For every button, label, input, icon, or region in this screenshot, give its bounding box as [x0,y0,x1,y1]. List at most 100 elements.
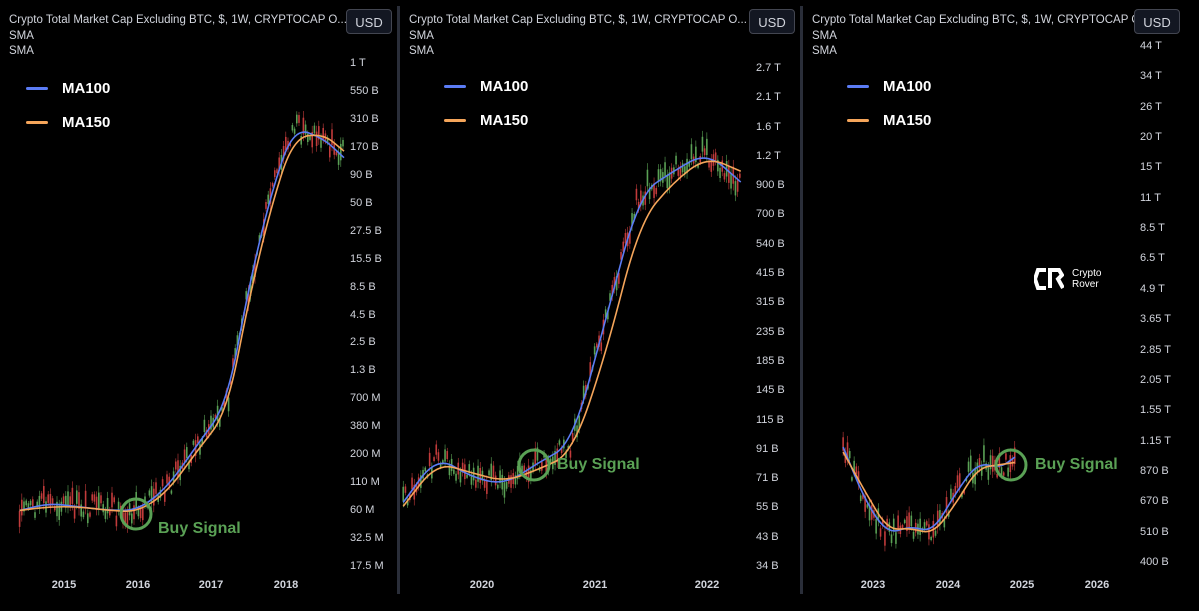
candle-body [296,114,298,124]
y-tick-label: 900 B [756,179,785,192]
candle-body [424,467,427,472]
y-tick-label: 55 B [756,501,779,514]
x-tick-label: 2018 [273,579,299,591]
plot-area-2[interactable] [400,0,800,611]
x-tick-label: 2024 [935,579,961,591]
candle-body [706,138,708,156]
candle-body [274,170,276,178]
candle-body [113,497,115,503]
buy-signal-label: Buy Signal [158,520,241,537]
y-tick-label: 510 B [1140,525,1169,538]
candle-body [58,505,60,520]
y-tick-label: 3.65 T [1140,313,1171,326]
candle-body [497,484,499,489]
y-tick-label: 15 T [1140,161,1162,174]
x-tick-label: 2025 [1009,579,1035,591]
y-tick-label: 32.5 M [350,532,384,545]
candle-body [989,455,992,470]
y-tick-label: 8.5 B [350,280,376,293]
candle-body [730,173,732,189]
chart-panel-3[interactable]: Crypto Total Market Cap Excluding BTC, $… [803,0,1199,611]
y-tick-label: 4.9 T [1140,282,1165,295]
y-tick-label: 43 B [756,530,779,543]
candle-body [690,144,693,160]
candle-body [309,136,311,140]
candle-body [903,519,906,524]
y-tick-label: 15.5 B [350,252,382,265]
candle-body [541,461,543,471]
candle-body [492,465,495,477]
candle-body [455,473,457,481]
candle-body [910,515,913,527]
candle-body [133,505,135,520]
ma150-line [19,134,345,513]
chart-panel-1[interactable]: Crypto Total Market Cap Excluding BTC, $… [0,0,397,611]
candle-body [32,499,34,507]
candle-body [728,166,730,183]
y-tick-label: 1.6 T [756,120,781,133]
y-tick-label: 700 M [350,392,381,405]
candle-body [40,493,43,499]
y-tick-label: 310 B [350,112,379,125]
x-tick-label: 2023 [860,579,886,591]
y-tick-label: 145 B [756,384,785,397]
y-tick-label: 20 T [1140,131,1162,144]
candle-body [701,136,704,152]
y-tick-label: 380 M [350,420,381,433]
candle-body [115,515,118,527]
candle-body [987,467,990,480]
candle-body [435,444,438,455]
candle-body [142,507,144,521]
candle-body [329,146,331,158]
candle-body [675,155,677,165]
candle-body [155,482,157,494]
candle-body [983,445,985,463]
logo-line-2: Rover [1072,279,1099,290]
candle-body [95,496,98,511]
y-tick-label: 27.5 B [350,224,382,237]
y-tick-label: 1.3 B [350,364,376,377]
candle-body [558,440,561,445]
candle-body [453,469,455,474]
candle-body [437,452,440,461]
y-tick-label: 60 M [350,504,375,517]
candle-body [703,148,706,156]
candle-body [89,512,91,517]
candle-body [459,471,462,483]
y-tick-label: 200 M [350,448,381,461]
y-tick-label: 170 B [350,140,379,153]
candle-body [76,490,78,504]
candle-body [342,139,344,147]
candle-body [936,510,939,528]
x-tick-label: 2016 [125,579,151,591]
candle-body [300,135,302,145]
candle-body [958,473,961,488]
candle-body [47,494,49,503]
y-tick-label: 50 B [350,196,373,209]
candle-body [930,536,932,541]
candle-body [505,482,508,489]
candle-body [934,530,937,536]
ma100-line [19,131,345,512]
candle-body [488,470,490,476]
candle-body [956,475,959,488]
candle-body [870,505,873,520]
candle-body [723,173,726,180]
y-tick-label: 2.7 T [756,62,781,74]
candle-body [18,511,21,527]
y-tick-label: 4.5 B [350,308,376,321]
y-tick-label: 700 B [756,208,785,221]
candle-body [875,519,877,534]
candle-body [183,449,186,463]
y-tick-label: 2.85 T [1140,343,1171,356]
candle-body [315,131,318,147]
candle-body [466,474,468,478]
plot-area-3[interactable] [803,0,1199,611]
candle-body [912,531,915,539]
y-tick-label: 1 T [350,57,366,69]
chart-panel-2[interactable]: Crypto Total Market Cap Excluding BTC, $… [400,0,800,611]
candle-body [635,188,638,201]
y-tick-label: 670 B [1140,495,1169,508]
candle-body [91,494,93,501]
buy-signal-label: Buy Signal [1035,456,1118,473]
